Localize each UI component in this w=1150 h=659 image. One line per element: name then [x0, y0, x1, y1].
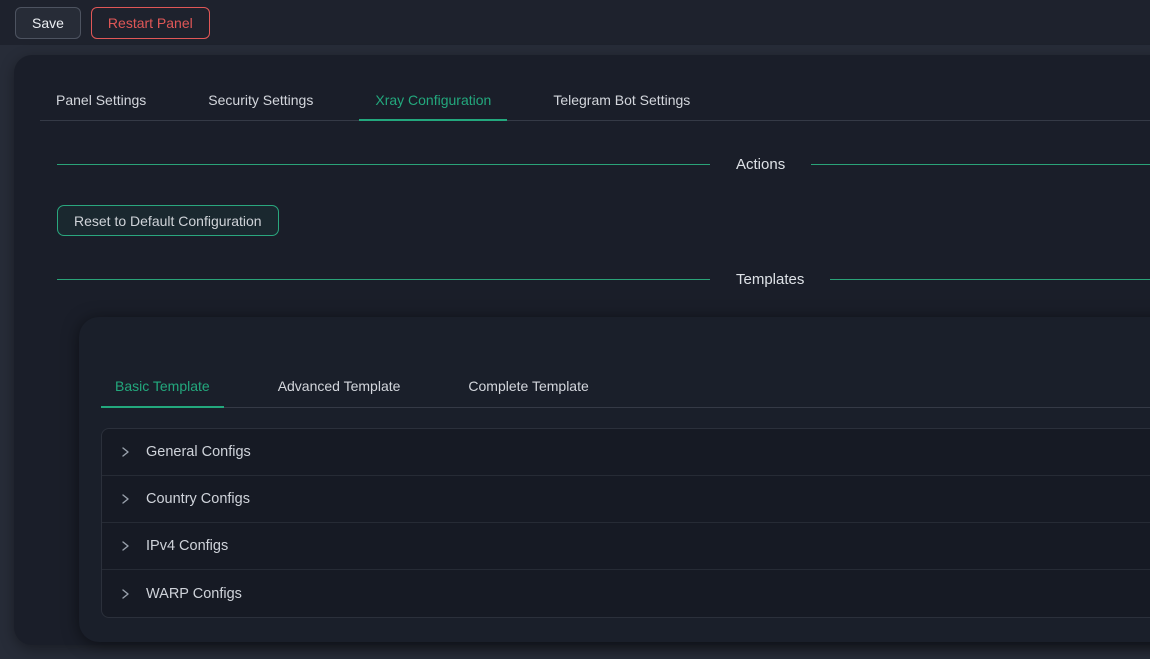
collapse-general-configs[interactable]: General Configs [102, 429, 1150, 476]
divider-line [830, 279, 1150, 280]
restart-panel-button[interactable]: Restart Panel [91, 7, 210, 39]
collapse-country-configs[interactable]: Country Configs [102, 476, 1150, 523]
tab-telegram-bot-settings[interactable]: Telegram Bot Settings [537, 80, 706, 120]
chevron-right-icon [119, 446, 131, 458]
chevron-right-icon [119, 588, 131, 600]
tab-xray-configuration[interactable]: Xray Configuration [359, 80, 507, 120]
templates-card: Basic Template Advanced Template Complet… [79, 317, 1150, 642]
top-toolbar: Save Restart Panel [0, 0, 1150, 45]
templates-divider: Templates [57, 268, 1150, 290]
tab-security-settings[interactable]: Security Settings [192, 80, 329, 120]
chevron-right-icon [119, 540, 131, 552]
divider-line [57, 164, 710, 165]
save-button[interactable]: Save [15, 7, 81, 39]
actions-divider: Actions [57, 153, 1150, 175]
chevron-right-icon [119, 493, 131, 505]
reset-default-configuration-button[interactable]: Reset to Default Configuration [57, 205, 279, 236]
xray-configuration-content: Actions Reset to Default Configuration T… [14, 153, 1150, 642]
tab-basic-template[interactable]: Basic Template [101, 365, 224, 407]
collapse-title: IPv4 Configs [146, 538, 228, 554]
actions-divider-label: Actions [710, 156, 811, 173]
divider-line [57, 279, 710, 280]
template-tab-bar: Basic Template Advanced Template Complet… [101, 365, 1150, 408]
config-collapse-list: General Configs Country Configs [101, 428, 1150, 618]
templates-divider-label: Templates [710, 271, 830, 288]
divider-line [811, 164, 1150, 165]
tab-advanced-template[interactable]: Advanced Template [264, 365, 415, 407]
collapse-title: WARP Configs [146, 586, 242, 602]
collapse-title: Country Configs [146, 491, 250, 507]
settings-tab-bar: Panel Settings Security Settings Xray Co… [40, 80, 1150, 121]
collapse-title: General Configs [146, 444, 251, 460]
tab-panel-settings[interactable]: Panel Settings [40, 80, 162, 120]
settings-card: Panel Settings Security Settings Xray Co… [14, 55, 1150, 645]
tab-complete-template[interactable]: Complete Template [454, 365, 602, 407]
collapse-ipv4-configs[interactable]: IPv4 Configs [102, 523, 1150, 570]
collapse-warp-configs[interactable]: WARP Configs [102, 570, 1150, 617]
